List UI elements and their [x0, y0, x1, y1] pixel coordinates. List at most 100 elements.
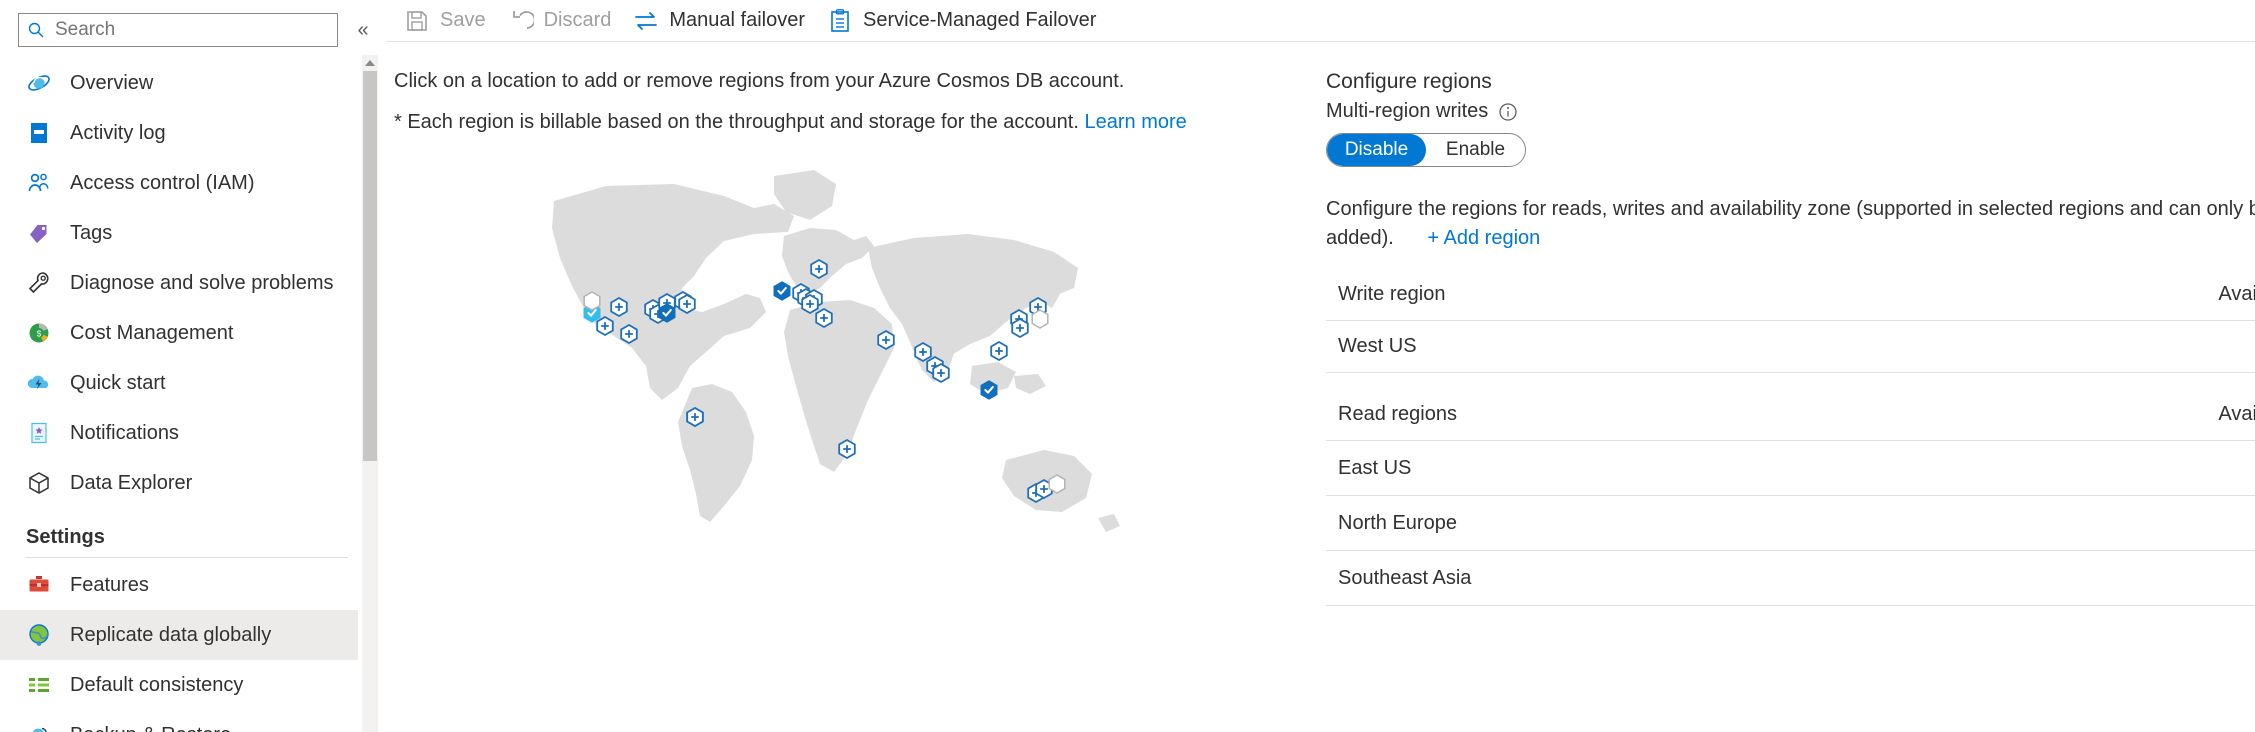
map-marker-canada-east[interactable]	[678, 293, 696, 315]
sidebar-nav: Overview Activity log Access control (IA…	[0, 58, 386, 732]
manual-failover-button[interactable]: Manual failover	[629, 1, 823, 41]
collapse-sidebar-button[interactable]: «	[348, 15, 378, 45]
search-input[interactable]	[53, 18, 329, 42]
sidebar-item-label: Activity log	[70, 122, 166, 144]
save-button[interactable]: Save	[400, 1, 504, 41]
world-map[interactable]	[394, 156, 1294, 546]
sidebar-item-label: Replicate data globally	[70, 624, 272, 646]
sidebar-item-label: Overview	[70, 72, 154, 94]
discard-label: Discard	[543, 9, 612, 31]
map-marker-west-us-3[interactable]	[596, 315, 614, 337]
map-marker-china-east[interactable]	[990, 340, 1008, 362]
data-explorer-icon	[26, 470, 52, 496]
service-managed-failover-button[interactable]: Service-Managed Failover	[823, 1, 1114, 41]
sidebar-item-label: Access control (IAM)	[70, 172, 255, 194]
toggle-option-disable[interactable]: Disable	[1327, 134, 1426, 166]
sidebar-item-quick-start[interactable]: Quick start	[0, 358, 358, 408]
sidebar-item-tags[interactable]: Tags	[0, 208, 358, 258]
map-marker-north-europe[interactable]	[773, 281, 791, 301]
read-region-name: North Europe	[1326, 495, 2126, 551]
world-map-svg[interactable]	[394, 156, 1294, 546]
map-instruction: Click on a location to add or remove reg…	[394, 70, 1125, 92]
table-row[interactable]: West US	[1326, 320, 2255, 373]
tag-icon	[26, 220, 52, 246]
table-row[interactable]: Southeast Asia	[1326, 550, 2255, 606]
map-marker-australia-central[interactable]	[1048, 474, 1066, 494]
save-label: Save	[440, 9, 486, 31]
sidebar-item-access-control[interactable]: Access control (IAM)	[0, 158, 358, 208]
cost-management-icon: $	[26, 320, 52, 346]
notifications-icon	[26, 420, 52, 446]
map-marker-south-india[interactable]	[932, 362, 950, 384]
map-marker-switzerland-n[interactable]	[801, 293, 819, 315]
read-availability-zone-col-header: Availability Zone	[2126, 395, 2255, 441]
sidebar-item-diagnose[interactable]: Diagnose and solve problems	[0, 258, 358, 308]
sidebar-scrollbar[interactable]	[362, 55, 378, 732]
activity-log-icon	[26, 120, 52, 146]
scroll-up-arrow-icon[interactable]	[362, 55, 378, 71]
sidebar-item-label: Default consistency	[70, 674, 244, 696]
map-marker-korea-south[interactable]	[1031, 309, 1049, 329]
map-marker-uk-south[interactable]	[810, 258, 828, 280]
sidebar-item-overview[interactable]: Overview	[0, 58, 358, 108]
sidebar-group-divider	[26, 557, 348, 558]
map-marker-southeast-asia[interactable]	[980, 380, 998, 400]
command-toolbar: Save Discard Manual failover Service-Man…	[386, 0, 2255, 42]
globe-icon	[26, 622, 52, 648]
map-marker-west-india[interactable]	[914, 341, 932, 363]
map-column: Click on a location to add or remove reg…	[386, 42, 1306, 732]
sidebar-item-label: Data Explorer	[70, 472, 193, 494]
map-landmasses	[552, 170, 1120, 532]
manual-failover-label: Manual failover	[669, 9, 806, 31]
sidebar-item-replicate-data-globally[interactable]: Replicate data globally	[0, 610, 358, 660]
write-availability-zone-col-header: Availability Zone	[2126, 275, 2255, 321]
read-region-availability-zone-cell	[2126, 440, 2255, 496]
discard-icon	[508, 8, 536, 34]
add-region-link[interactable]: + Add region	[1427, 227, 1540, 249]
multi-region-writes-toggle[interactable]: Disable Enable	[1326, 133, 1526, 167]
sidebar-item-data-explorer[interactable]: Data Explorer	[0, 458, 358, 508]
table-row[interactable]: East US	[1326, 440, 2255, 496]
map-marker-norway-east[interactable]	[815, 307, 833, 329]
table-row[interactable]: North Europe	[1326, 495, 2255, 551]
azure-portal-page: « Overview	[0, 0, 2255, 732]
read-region-name: East US	[1326, 440, 2126, 496]
sidebar-item-default-consistency[interactable]: Default consistency	[0, 660, 358, 710]
multi-region-writes-label: Multi-region writes	[1326, 100, 1489, 122]
sidebar-item-cost-management[interactable]: $ Cost Management	[0, 308, 358, 358]
search-box[interactable]	[18, 13, 338, 47]
sidebar: « Overview	[0, 0, 386, 732]
info-icon[interactable]	[1498, 102, 1518, 122]
configure-regions-title: Configure regions	[1326, 70, 1492, 93]
sidebar-item-activity-log[interactable]: Activity log	[0, 108, 358, 158]
map-marker-south-central-us[interactable]	[620, 323, 638, 345]
map-marker-south-africa-north[interactable]	[838, 438, 856, 460]
multi-region-writes-row: Multi-region writes	[1326, 100, 2255, 123]
map-marker-west-us-unavailable[interactable]	[583, 291, 601, 311]
access-control-icon	[26, 170, 52, 196]
sidebar-item-notifications[interactable]: Notifications	[0, 408, 358, 458]
map-marker-japan-west[interactable]	[1011, 317, 1029, 339]
toggle-option-enable[interactable]: Enable	[1426, 134, 1525, 166]
learn-more-link[interactable]: Learn more	[1084, 111, 1186, 133]
search-icon	[27, 21, 45, 39]
configure-regions-description: Configure the regions for reads, writes …	[1326, 195, 2255, 253]
sidebar-item-label: Tags	[70, 222, 113, 244]
sidebar-item-label: Cost Management	[70, 322, 234, 344]
sidebar-search-row: «	[0, 10, 386, 50]
map-marker-west-us-2[interactable]	[610, 296, 628, 318]
map-marker-uae-north[interactable]	[877, 329, 895, 351]
map-marker-mexico-central[interactable]	[686, 406, 704, 428]
sidebar-item-label: Notifications	[70, 422, 179, 444]
sidebar-group-settings: Settings	[26, 526, 105, 548]
read-regions-body: East US North Europe Southeast Asia	[1326, 440, 2255, 606]
sidebar-item-features[interactable]: Features	[0, 560, 358, 610]
scrollbar-thumb[interactable]	[363, 71, 377, 461]
wrench-icon	[26, 270, 52, 296]
quick-start-icon	[26, 370, 52, 396]
discard-button[interactable]: Discard	[504, 1, 630, 41]
service-managed-failover-label: Service-Managed Failover	[863, 9, 1097, 31]
sidebar-item-backup-restore[interactable]: Backup & Restore	[0, 710, 358, 732]
map-marker-east-us[interactable]	[658, 303, 676, 323]
manual-failover-icon	[633, 8, 659, 34]
